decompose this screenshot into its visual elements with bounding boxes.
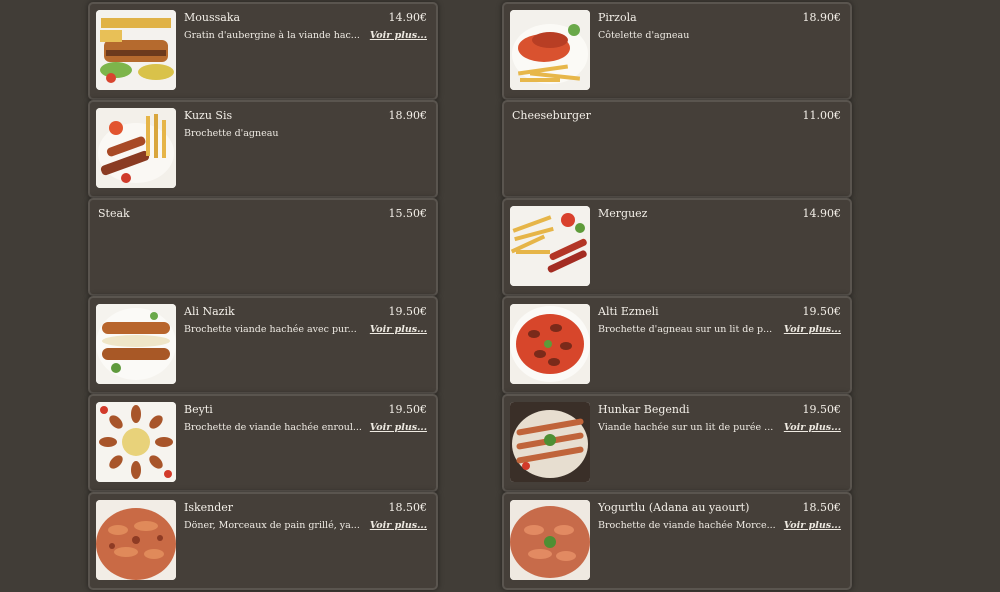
- menu-item-card[interactable]: Steak 15.50€: [90, 200, 436, 294]
- see-more-link[interactable]: Voir plus...: [370, 30, 427, 41]
- item-description: Brochette de viande hachée enroul...: [184, 422, 362, 433]
- item-price: 14.90€: [388, 11, 428, 24]
- menu-item-card[interactable]: Cheeseburger 11.00€: [504, 102, 850, 196]
- menu-item-card[interactable]: Pirzola 18.90€ Côtelette d'agneau: [504, 4, 850, 98]
- item-name: Alti Ezmeli: [598, 305, 659, 318]
- item-price: 18.90€: [802, 11, 842, 24]
- item-price: 19.50€: [388, 305, 428, 318]
- beyti-photo[interactable]: [96, 402, 176, 482]
- item-name: Kuzu Sis: [184, 109, 233, 122]
- item-name: Beyti: [184, 403, 213, 416]
- menu-item-card[interactable]: Kuzu Sis 18.90€ Brochette d'agneau: [90, 102, 436, 196]
- see-more-link[interactable]: Voir plus...: [370, 520, 427, 531]
- item-price: 19.50€: [802, 403, 842, 416]
- item-description: Brochette d'agneau: [184, 128, 279, 139]
- menu-item-card[interactable]: Beyti 19.50€ Brochette de viande hachée …: [90, 396, 436, 490]
- item-price: 18.50€: [802, 501, 842, 514]
- moussaka-photo[interactable]: [96, 10, 176, 90]
- see-more-link[interactable]: Voir plus...: [784, 422, 841, 433]
- item-price: 18.50€: [388, 501, 428, 514]
- item-description: Brochette de viande hachée Morce...: [598, 520, 776, 531]
- hunkar-begendi-photo[interactable]: [510, 402, 590, 482]
- menu-column-right: Pirzola 18.90€ Côtelette d'agneau Cheese…: [504, 0, 850, 592]
- item-price: 14.90€: [802, 207, 842, 220]
- item-description: Döner, Morceaux de pain grillé, ya...: [184, 520, 360, 531]
- see-more-link[interactable]: Voir plus...: [784, 520, 841, 531]
- item-price: 11.00€: [802, 109, 842, 122]
- item-name: Moussaka: [184, 11, 241, 24]
- merguez-photo[interactable]: [510, 206, 590, 286]
- item-name: Merguez: [598, 207, 648, 220]
- ali-nazik-photo[interactable]: [96, 304, 176, 384]
- item-name: Iskender: [184, 501, 234, 514]
- yogurtlu-photo[interactable]: [510, 500, 590, 580]
- menu-item-card[interactable]: Iskender 18.50€ Döner, Morceaux de pain …: [90, 494, 436, 588]
- item-name: Steak: [98, 207, 130, 220]
- menu-item-card[interactable]: Ali Nazik 19.50€ Brochette viande hachée…: [90, 298, 436, 392]
- item-name: Pirzola: [598, 11, 637, 24]
- menu-item-card[interactable]: Alti Ezmeli 19.50€ Brochette d'agneau su…: [504, 298, 850, 392]
- item-name: Hunkar Begendi: [598, 403, 690, 416]
- item-description: Brochette viande hachée avec pur...: [184, 324, 357, 335]
- item-price: 19.50€: [388, 403, 428, 416]
- menu-item-card[interactable]: Yogurtlu (Adana au yaourt) 18.50€ Broche…: [504, 494, 850, 588]
- menu-item-card[interactable]: Merguez 14.90€: [504, 200, 850, 294]
- item-price: 18.90€: [388, 109, 428, 122]
- item-price: 15.50€: [388, 207, 428, 220]
- pirzola-photo[interactable]: [510, 10, 590, 90]
- item-name: Yogurtlu (Adana au yaourt): [598, 501, 750, 514]
- item-name: Cheeseburger: [512, 109, 591, 122]
- item-description: Côtelette d'agneau: [598, 30, 690, 41]
- alti-ezmeli-photo[interactable]: [510, 304, 590, 384]
- kuzu-sis-photo[interactable]: [96, 108, 176, 188]
- item-description: Gratin d'aubergine à la viande hac...: [184, 30, 360, 41]
- iskender-photo[interactable]: [96, 500, 176, 580]
- item-name: Ali Nazik: [184, 305, 235, 318]
- item-description: Brochette d'agneau sur un lit de p...: [598, 324, 773, 335]
- see-more-link[interactable]: Voir plus...: [370, 324, 427, 335]
- item-description: Viande hachée sur un lit de purée ...: [598, 422, 774, 433]
- menu-column-left: Moussaka 14.90€ Gratin d'aubergine à la …: [90, 0, 436, 592]
- item-price: 19.50€: [802, 305, 842, 318]
- menu-item-card[interactable]: Moussaka 14.90€ Gratin d'aubergine à la …: [90, 4, 436, 98]
- see-more-link[interactable]: Voir plus...: [784, 324, 841, 335]
- see-more-link[interactable]: Voir plus...: [370, 422, 427, 433]
- menu-item-card[interactable]: Hunkar Begendi 19.50€ Viande hachée sur …: [504, 396, 850, 490]
